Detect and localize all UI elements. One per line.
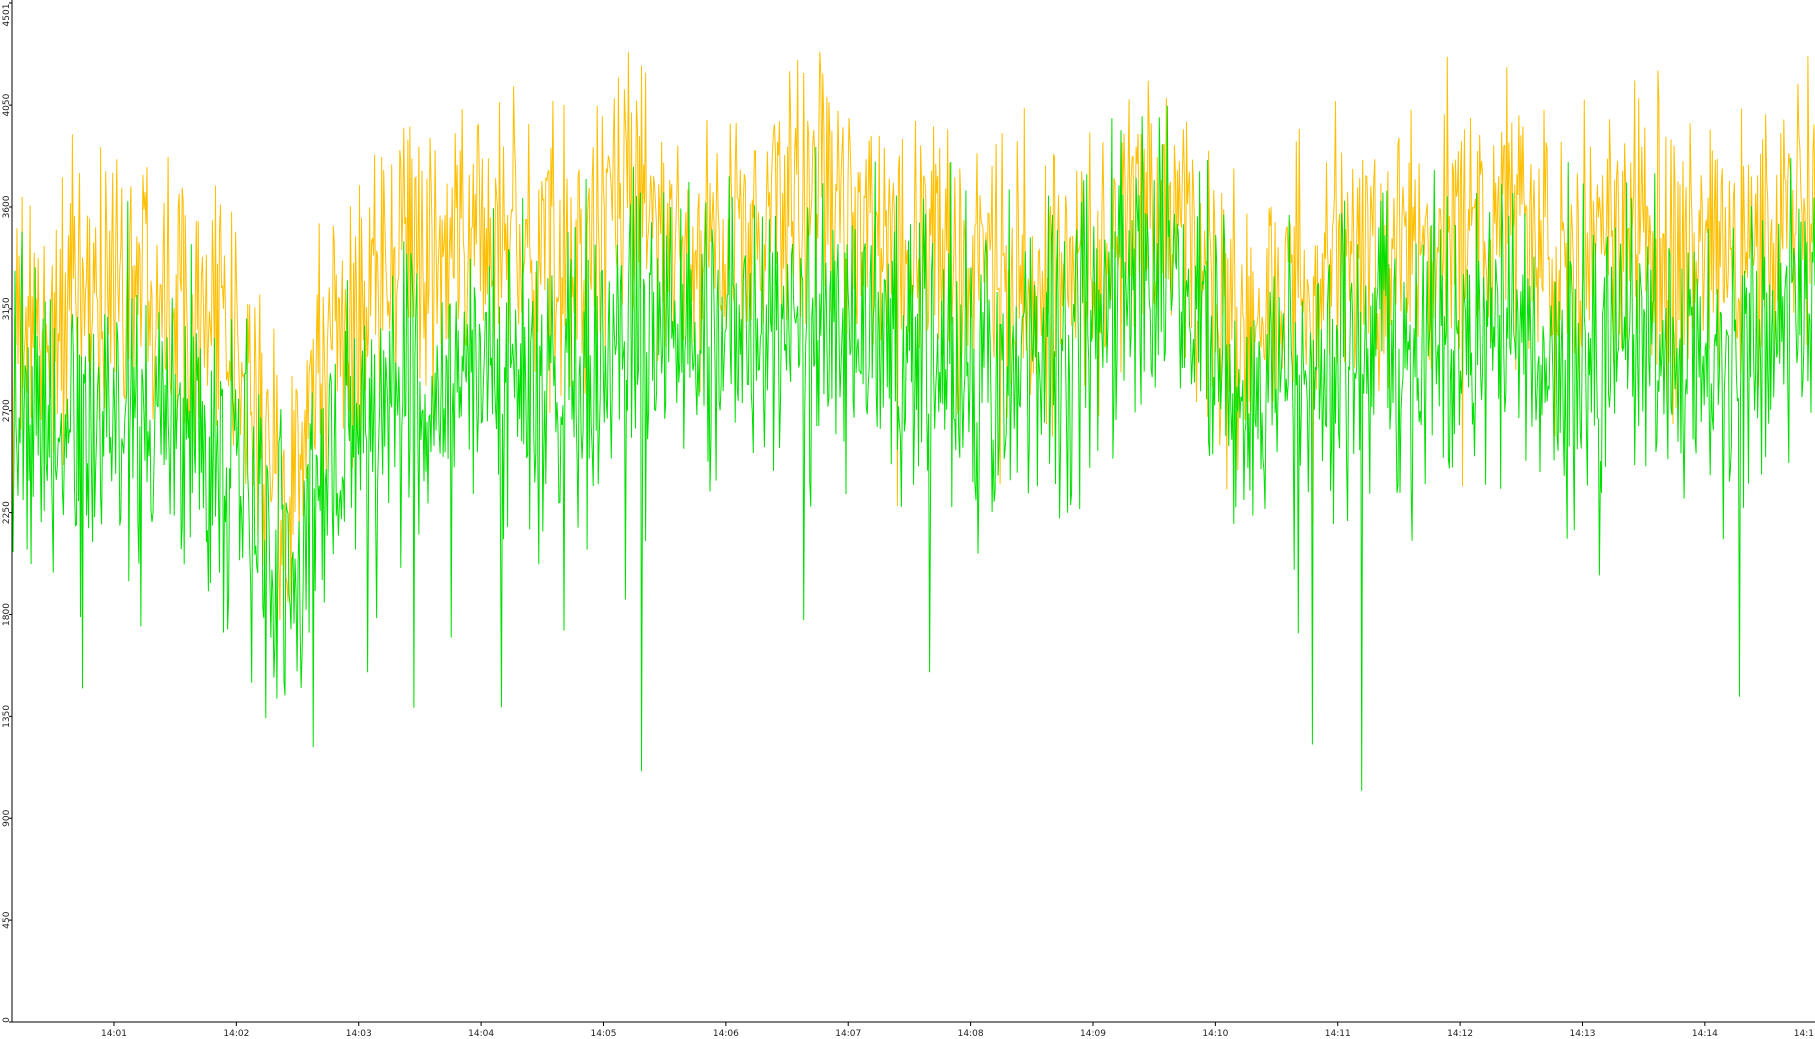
- y-tick-label: 0: [2, 1017, 12, 1023]
- x-tick-label: 14:02: [223, 1029, 249, 1039]
- y-tick-label: 4501: [2, 4, 12, 27]
- x-tick-label: 14:14: [1692, 1029, 1718, 1039]
- y-tick-label: 3600: [2, 195, 12, 218]
- x-tick-label: 14:1: [1794, 1029, 1814, 1039]
- y-tick-label: 4050: [2, 93, 12, 116]
- x-tick-label: 14:07: [835, 1029, 861, 1039]
- x-tick-label: 14:04: [468, 1029, 494, 1039]
- time-series-chart: 0 450 900 1350 1800 2250 2700 3150 3600 4050 4501 …: [0, 0, 1815, 1039]
- x-tick-label: 14:11: [1325, 1029, 1351, 1039]
- x-tick-label: 14:12: [1447, 1029, 1473, 1039]
- chart-canvas: 045090013501800225027003150360040504501 …: [0, 0, 1815, 1039]
- x-tick-label: 14:03: [346, 1029, 372, 1039]
- x-tick-label: 14:06: [713, 1029, 739, 1039]
- y-tick-label: 450: [2, 911, 12, 928]
- x-tick-label: 14:01: [101, 1029, 127, 1039]
- y-tick-label: 2700: [2, 399, 12, 422]
- y-tick-label: 3150: [2, 297, 12, 320]
- x-tick-label: 14:10: [1202, 1029, 1228, 1039]
- x-tick-label: 14:13: [1570, 1029, 1596, 1039]
- y-tick-label: 1350: [2, 705, 12, 728]
- x-tick-label: 14:09: [1080, 1029, 1106, 1039]
- plot-background: [0, 0, 1815, 1039]
- x-tick-label: 14:08: [958, 1029, 984, 1039]
- y-tick-label: 1800: [2, 603, 12, 626]
- x-tick-label: 14:05: [591, 1029, 617, 1039]
- y-tick-label: 2250: [2, 501, 12, 524]
- y-tick-label: 900: [2, 809, 12, 826]
